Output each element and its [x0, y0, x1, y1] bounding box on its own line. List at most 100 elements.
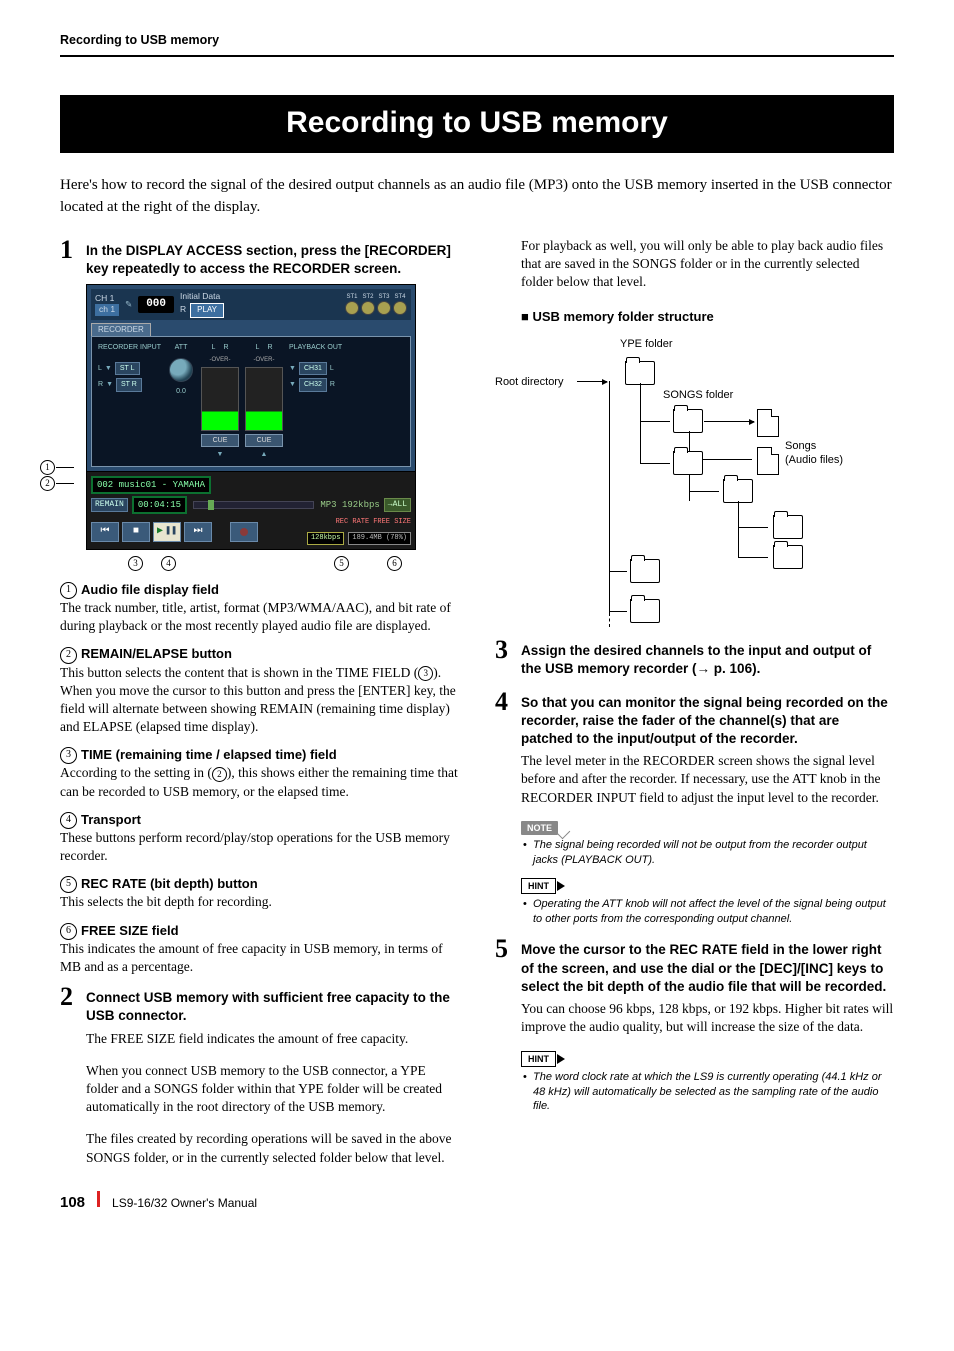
step-head-4: So that you can monitor the signal being…: [521, 689, 894, 749]
step-2-p1: The FREE SIZE field indicates the amount…: [86, 1030, 459, 1048]
col2-intro: For playback as well, you will only be a…: [521, 237, 894, 292]
hint-box-1: HINT Operating the ATT knob will not aff…: [521, 878, 894, 927]
callout-4-marker: 4: [161, 556, 176, 571]
def-6-head: 6FREE SIZE field: [60, 922, 459, 940]
songs-files-label: Songs: [785, 439, 816, 454]
led-st1: [345, 301, 359, 315]
callout-6-marker: 6: [387, 556, 402, 571]
callout-2-marker: 2: [40, 476, 55, 491]
shot-ch-sub: ch 1: [95, 304, 119, 315]
format-field: MP3 192kbps: [320, 499, 379, 511]
meter-out-block: [245, 367, 283, 431]
step-4-p1: The level meter in the RECORDER screen s…: [521, 752, 894, 807]
step-5: 5 Move the cursor to the REC RATE field …: [495, 936, 894, 996]
out-r: R: [330, 380, 335, 389]
ype-label: YPE folder: [620, 337, 673, 352]
def-5-body: This selects the bit depth for recording…: [60, 893, 459, 911]
shot-scene-name: Initial Data: [180, 291, 224, 302]
transport-stop: ■: [122, 522, 150, 542]
def-2-head: 2REMAIN/ELAPSE button: [60, 645, 459, 663]
def-3-head: 3TIME (remaining time / elapsed time) fi…: [60, 746, 459, 764]
ch31-chip: CH31: [299, 362, 327, 375]
rec-rate-label: REC RATE: [336, 518, 370, 527]
all-btn: →ALL: [384, 498, 411, 513]
manual-name: LS9-16/32 Owner's Manual: [112, 1195, 257, 1211]
att-val: 0.0: [176, 387, 186, 396]
stl-chip: ST L: [115, 362, 140, 375]
step-1: 1 In the DISPLAY ACCESS section, press t…: [60, 237, 459, 278]
meter-over-2: -OVER-: [254, 356, 275, 364]
ch32-chip: CH32: [299, 378, 327, 391]
transport-prev: ⏮: [91, 522, 119, 542]
footer-bar: [97, 1191, 100, 1207]
page-number: 108: [60, 1193, 85, 1213]
sub-folder-icon-3: [773, 545, 803, 569]
def-4-body: These buttons perform record/play/stop o…: [60, 829, 459, 865]
shot-scene-num: 000: [138, 296, 174, 313]
free-size-label: FREE SIZE: [373, 518, 411, 527]
meter-in-block: [201, 367, 239, 431]
folder-structure-head: USB memory folder structure: [521, 308, 894, 326]
step-2-p2: When you connect USB memory to the USB c…: [86, 1062, 459, 1117]
shot-ch-top: CH 1: [95, 293, 119, 304]
step-5-p1: You can choose 96 kbps, 128 kbps, or 192…: [521, 1000, 894, 1036]
def-1-head: 1Audio file display field: [60, 581, 459, 599]
remain-btn: REMAIN: [91, 498, 128, 513]
led-st4: [393, 301, 407, 315]
def-1-body: The track number, title, artist, format …: [60, 599, 459, 635]
step-head-2: Connect USB memory with sufficient free …: [86, 984, 459, 1025]
step-num-3: 3: [495, 637, 513, 663]
step-4: 4 So that you can monitor the signal bei…: [495, 689, 894, 749]
step-head-5: Move the cursor to the REC RATE field in…: [521, 936, 894, 996]
note-text-1: The signal being recorded will not be ou…: [521, 838, 894, 868]
step-head-3: Assign the desired channels to the input…: [521, 637, 894, 678]
out-l: L: [330, 364, 334, 373]
def-3-body: According to the setting in (2), this sh…: [60, 764, 459, 800]
sub-folder-icon-1: [723, 479, 753, 503]
misc-folder-icon-2: [630, 559, 660, 583]
st3-label: ST3: [378, 293, 389, 301]
callout-row-bottom: 3 4 5 6: [86, 556, 459, 571]
intro-text: Here's how to record the signal of the d…: [60, 175, 894, 219]
shot-tab-recorder: RECORDER: [91, 323, 151, 337]
st2-label: ST2: [362, 293, 373, 301]
shot-play-chip: PLAY: [190, 303, 224, 318]
def-2-body: This button selects the content that is …: [60, 664, 459, 737]
note-tag-1: NOTE: [521, 821, 558, 835]
callout-1-marker: 1: [40, 460, 55, 475]
recorder-screenshot: CH 1 ch 1 ✎ 000 Initial Data R PLAY: [86, 284, 416, 550]
transport-play: ▶❚❚: [153, 522, 181, 542]
step-num-2: 2: [60, 984, 78, 1010]
hint-box-2: HINT The word clock rate at which the LS…: [521, 1051, 894, 1115]
hint-tag-2: HINT: [521, 1051, 556, 1067]
misc-folder-icon-1: [673, 451, 703, 475]
time-field: 00:04:15: [132, 496, 187, 514]
playback-out-label: PLAYBACK OUT: [289, 343, 404, 352]
shot-scene-sub: R: [180, 304, 186, 315]
callout-3-marker: 3: [128, 556, 143, 571]
ype-folder-icon: [625, 361, 655, 385]
str-chip: ST R: [116, 378, 142, 391]
meter-in-r: R: [223, 343, 228, 352]
songs-folder-icon: [673, 409, 703, 433]
st1-label: ST1: [346, 293, 357, 301]
meter-out-l: L: [256, 343, 260, 352]
def-4-head: 4Transport: [60, 811, 459, 829]
sub-folder-icon-2: [773, 515, 803, 539]
led-st2: [361, 301, 375, 315]
r-mark: R: [98, 380, 103, 389]
st4-label: ST4: [394, 293, 405, 301]
cue-btn-in: CUE: [201, 434, 239, 447]
att-label: ATT: [175, 343, 188, 352]
transport-rec: [230, 522, 258, 542]
att-knob: [169, 358, 193, 382]
hint-text-1: Operating the ATT knob will not affect t…: [521, 897, 894, 927]
step-num-5: 5: [495, 936, 513, 962]
def-6-body: This indicates the amount of free capaci…: [60, 940, 459, 976]
def-5-head: 5REC RATE (bit depth) button: [60, 875, 459, 893]
cue-btn-out: CUE: [245, 434, 283, 447]
free-size-val: 189.4MB (78%): [348, 532, 411, 545]
led-st3: [377, 301, 391, 315]
step-2: 2 Connect USB memory with sufficient fre…: [60, 984, 459, 1025]
hint-tag-1: HINT: [521, 878, 556, 894]
